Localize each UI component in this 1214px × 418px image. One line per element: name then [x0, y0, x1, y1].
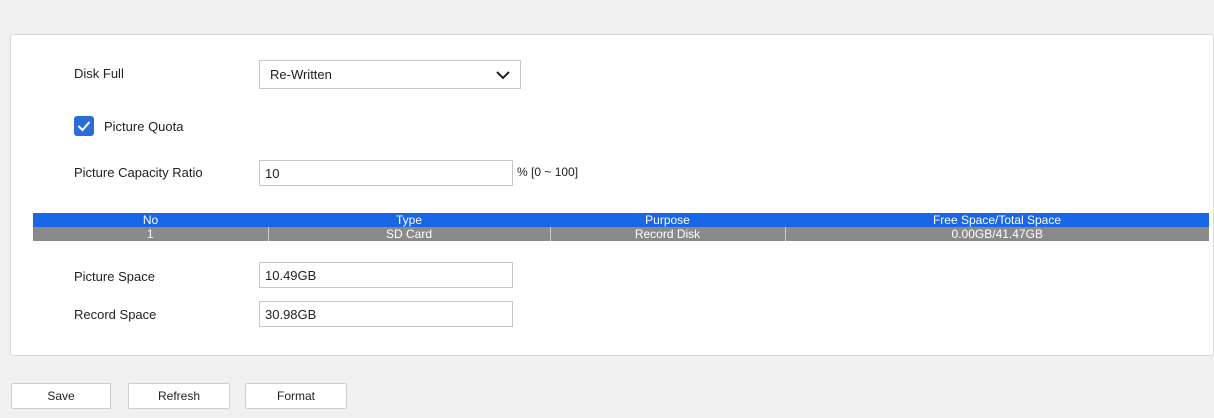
disk-table: No Type Purpose Free Space/Total Space 1… [33, 213, 1209, 241]
cell-no: 1 [33, 227, 268, 241]
picture-space-value: 10.49GB [265, 268, 317, 283]
picture-capacity-ratio-value: 10 [265, 166, 280, 181]
column-header-type: Type [268, 213, 550, 227]
disk-full-selected-value: Re-Written [270, 67, 332, 82]
record-space-field: 30.98GB [259, 301, 513, 327]
format-button[interactable]: Format [245, 383, 347, 409]
checkmark-icon [77, 121, 91, 132]
save-button[interactable]: Save [11, 383, 111, 409]
table-row[interactable]: 1 SD Card Record Disk 0.00GB/41.47GB [33, 227, 1209, 241]
picture-space-label: Picture Space [74, 269, 155, 284]
disk-full-label: Disk Full [74, 66, 124, 81]
disk-table-header-row: No Type Purpose Free Space/Total Space [33, 213, 1209, 227]
picture-space-field: 10.49GB [259, 262, 513, 288]
column-header-space: Free Space/Total Space [785, 213, 1209, 227]
chevron-down-icon [496, 71, 510, 80]
cell-space: 0.00GB/41.47GB [784, 227, 1209, 241]
picture-quota-checkbox[interactable] [74, 116, 94, 136]
picture-quota-label: Picture Quota [104, 119, 184, 134]
column-header-purpose: Purpose [550, 213, 785, 227]
refresh-button[interactable]: Refresh [128, 383, 230, 409]
column-header-no: No [33, 213, 268, 227]
record-space-label: Record Space [74, 307, 157, 322]
picture-capacity-ratio-label: Picture Capacity Ratio [74, 165, 203, 180]
disk-full-select[interactable]: Re-Written [259, 60, 521, 89]
picture-capacity-ratio-range: % [0 ~ 100] [517, 165, 579, 179]
record-space-value: 30.98GB [265, 307, 317, 322]
storage-settings-panel: Disk Full Re-Written Picture Quota Pictu… [10, 34, 1214, 356]
cell-type: SD Card [267, 227, 550, 241]
cell-purpose: Record Disk [549, 227, 785, 241]
picture-capacity-ratio-input[interactable]: 10 [259, 160, 513, 186]
